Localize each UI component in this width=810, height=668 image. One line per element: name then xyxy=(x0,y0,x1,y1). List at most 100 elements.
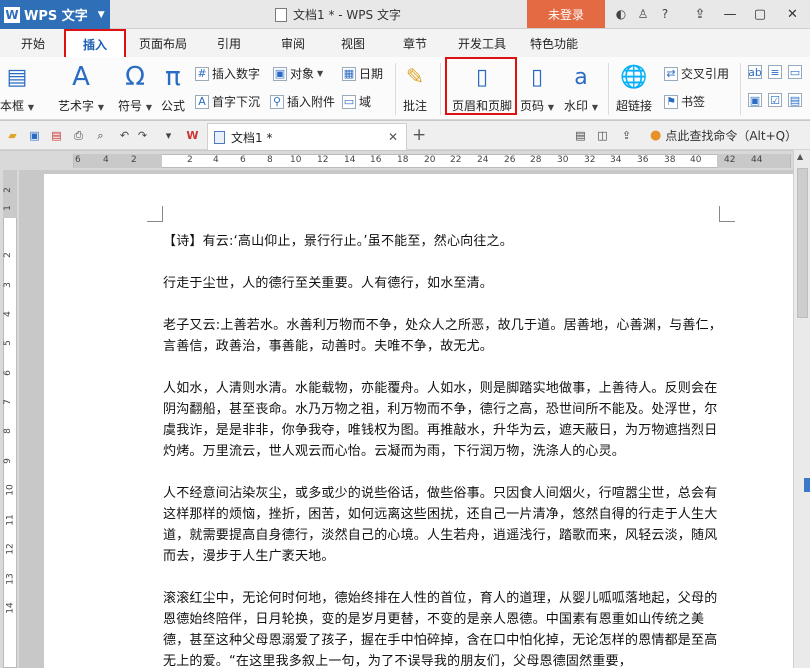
object-button[interactable]: ▣ 对象 ▼ xyxy=(273,65,323,82)
watermark-button[interactable]: a 水印 ▼ xyxy=(564,63,598,114)
ruler-number: 44 xyxy=(751,155,763,165)
ribbon-divider xyxy=(740,63,741,115)
insert-number-button[interactable]: # 插入数字 xyxy=(195,65,260,82)
ruler-number: 10 xyxy=(290,155,302,165)
save-icon[interactable]: ▣ xyxy=(28,129,41,142)
redo-icon[interactable]: ↷ xyxy=(136,129,149,142)
print-icon[interactable]: ⎙ xyxy=(72,129,85,142)
shirt-icon[interactable]: ♙ xyxy=(632,4,654,24)
vertical-ruler[interactable]: 2 1 2 3 4 5 6 7 8 9 10 11 12 13 14 xyxy=(0,170,19,668)
tab-page-layout[interactable]: 页面布局 xyxy=(139,35,187,52)
symbol-button[interactable]: Ω 符号 ▼ xyxy=(118,62,152,114)
minimize-button[interactable]: — xyxy=(715,0,745,28)
document-tab[interactable]: 文档1 * ✕ xyxy=(207,123,407,150)
document-body[interactable]: 【诗】有云:‘高山仰止，景行行止。’虽不能至，然心向往之。 行走于尘世，人的德行… xyxy=(163,231,723,668)
tab-developer[interactable]: 开发工具 xyxy=(458,35,506,52)
find-command-box[interactable]: ● 点此查找命令（Alt+Q） xyxy=(650,127,797,144)
comment-button[interactable]: ✎ 批注 xyxy=(402,63,428,114)
window-title-text: 文档1 * - WPS 文字 xyxy=(293,8,401,22)
close-button[interactable]: ✕ xyxy=(775,0,810,28)
tab-insert[interactable]: 插入 xyxy=(64,29,126,59)
field-icon: ▭ xyxy=(342,94,356,109)
tab-section[interactable]: 章节 xyxy=(403,35,427,52)
text-field-icon[interactable]: ab xyxy=(748,65,762,79)
skin-icon[interactable]: ◐ xyxy=(610,4,632,24)
app-menu-button[interactable]: W WPS 文字 ▼ xyxy=(0,0,110,29)
view-mode-icon[interactable]: ▤ xyxy=(574,129,587,142)
header-footer-button[interactable]: ▯ 页眉和页脚 xyxy=(449,63,515,114)
ribbon-divider xyxy=(440,63,441,115)
open-folder-icon[interactable]: ▰ xyxy=(6,129,19,142)
ruler-number: 14 xyxy=(5,602,16,614)
wps-mini-logo-icon: W xyxy=(186,129,199,142)
hyperlink-button[interactable]: 🌐 超链接 xyxy=(616,63,652,114)
horizontal-ruler[interactable]: 6 4 2 2 4 6 8 10 12 14 16 18 20 22 24 26… xyxy=(0,151,810,170)
date-button[interactable]: ▦ 日期 xyxy=(342,65,383,82)
formula-button[interactable]: π 公式 xyxy=(160,62,186,114)
wordart-label: 艺术字 xyxy=(58,99,95,113)
tab-review[interactable]: 审阅 xyxy=(281,35,305,52)
cross-ref-button[interactable]: ⇄ 交叉引用 xyxy=(664,65,729,82)
ruler-number: 10 xyxy=(5,484,16,496)
form-field-icon[interactable]: ▭ xyxy=(788,65,802,79)
quick-access-bar: ▰ ▣ ▤ ⎙ ⌕ ↶ ↷ ▾ W 文档1 * ✕ + ▤ ◫ ⇪ ● 点此查找… xyxy=(0,121,810,150)
side-panel-handle[interactable] xyxy=(804,478,810,492)
ruler-number: 3 xyxy=(2,282,13,288)
list-field-icon[interactable]: ≡ xyxy=(768,65,782,79)
share-icon[interactable]: ⇪ xyxy=(620,129,633,142)
comment-label: 批注 xyxy=(402,99,427,113)
customize-toolbar-icon[interactable]: ▾ xyxy=(162,129,175,142)
page-number-icon: ▯ xyxy=(530,64,544,90)
paperclip-icon: ⚲ xyxy=(270,94,284,109)
ruler-number: 1 xyxy=(2,205,13,211)
form-tools-row2: ▣ ☑ ▤ xyxy=(748,93,802,107)
ruler-number: 2 xyxy=(2,187,13,193)
wordart-button[interactable]: A 艺术字 ▼ xyxy=(58,62,104,114)
ruler-number: 18 xyxy=(397,155,409,165)
help-icon[interactable]: ? xyxy=(654,4,676,24)
undo-icon[interactable]: ↶ xyxy=(118,129,131,142)
wps-logo-icon: W xyxy=(4,6,20,23)
combo-control-icon[interactable]: ▤ xyxy=(788,93,802,107)
crop-mark-top-right xyxy=(719,206,735,222)
new-tab-icon[interactable]: + xyxy=(412,125,426,145)
comment-icon: ✎ xyxy=(405,64,425,90)
tab-features[interactable]: 特色功能 xyxy=(530,35,578,52)
close-tab-icon[interactable]: ✕ xyxy=(388,130,398,144)
chevron-down-icon: ▼ xyxy=(97,9,105,20)
scrollbar-thumb[interactable] xyxy=(797,168,808,318)
scroll-up-icon[interactable]: ▲ xyxy=(797,152,803,161)
layout-icon[interactable]: ◫ xyxy=(596,129,609,142)
page-number-button[interactable]: ▯ 页码 ▼ xyxy=(520,63,554,114)
calendar-icon: ▦ xyxy=(342,66,356,81)
image-control-icon[interactable]: ▣ xyxy=(748,93,762,107)
tab-view[interactable]: 视图 xyxy=(341,35,365,52)
document-page[interactable]: 【诗】有云:‘高山仰止，景行行止。’虽不能至，然心向往之。 行走于尘世，人的德行… xyxy=(44,174,793,668)
ruler-number: 12 xyxy=(317,155,329,165)
textbox-button[interactable]: ▤ 本框 ▼ xyxy=(0,63,34,114)
tab-home[interactable]: 开始 xyxy=(21,35,45,52)
export-pdf-icon[interactable]: ▤ xyxy=(50,129,63,142)
textbox-icon: ▤ xyxy=(6,64,28,90)
ruler-number: 22 xyxy=(450,155,462,165)
maximize-button[interactable]: ▢ xyxy=(745,0,775,28)
watermark-label: 水印 xyxy=(564,99,589,113)
ribbon-divider xyxy=(395,63,396,115)
ruler-number: 16 xyxy=(370,155,382,165)
vertical-scrollbar[interactable]: ▲ xyxy=(793,150,810,668)
app-name: WPS 文字 xyxy=(24,9,88,24)
document-icon xyxy=(214,130,225,144)
login-button[interactable]: 未登录 xyxy=(527,0,605,28)
collapse-ribbon-icon[interactable]: ⇪ xyxy=(685,0,715,28)
print-preview-icon[interactable]: ⌕ xyxy=(94,129,107,142)
ruler-number: 28 xyxy=(530,155,542,165)
cross-ref-label: 交叉引用 xyxy=(681,67,730,81)
drop-cap-button[interactable]: A 首字下沉 xyxy=(195,93,260,110)
bookmark-button[interactable]: ⚑ 书签 xyxy=(664,93,705,110)
checkbox-control-icon[interactable]: ☑ xyxy=(768,93,782,107)
tab-references[interactable]: 引用 xyxy=(217,35,241,52)
field-button[interactable]: ▭ 域 xyxy=(342,93,371,110)
ruler-band xyxy=(3,170,17,668)
menu-tabs: 开始 插入 页面布局 引用 审阅 视图 章节 开发工具 特色功能 xyxy=(0,29,810,59)
insert-attachment-button[interactable]: ⚲ 插入附件 xyxy=(270,93,335,110)
